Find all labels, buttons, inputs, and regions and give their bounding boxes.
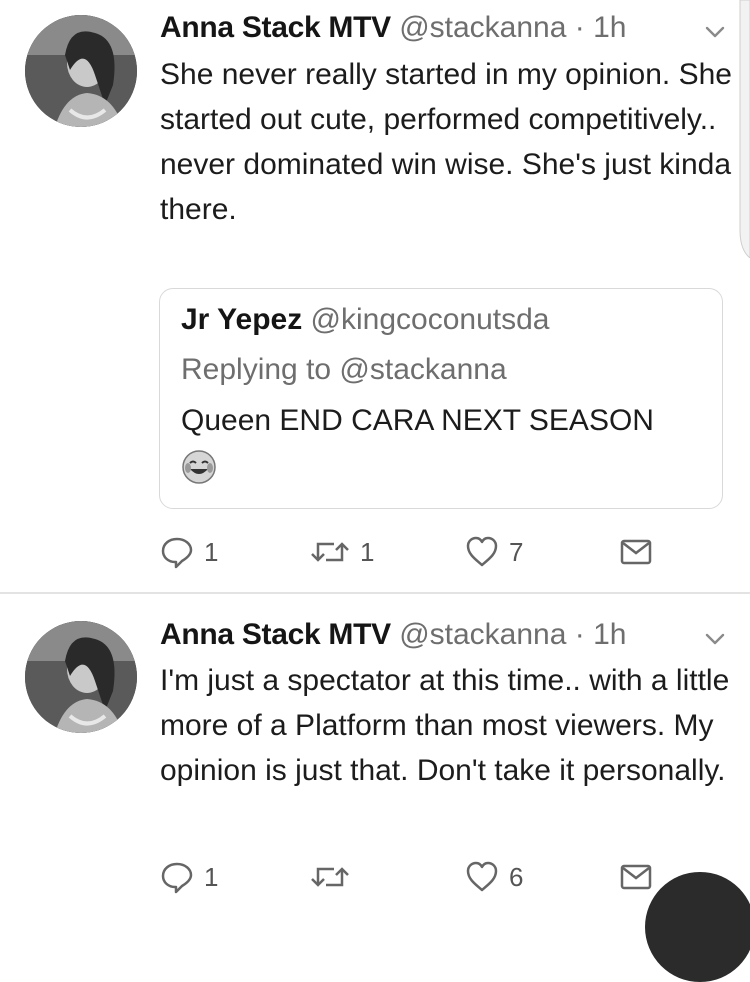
reply-icon [161, 537, 193, 569]
replying-to: Replying to @stackanna [181, 353, 507, 386]
retweet-count: 1 [360, 536, 375, 567]
avatar[interactable] [25, 621, 137, 733]
envelope-icon [620, 539, 652, 565]
quoted-author-handle: @kingcoconutsda [310, 303, 550, 336]
compose-button[interactable] [645, 872, 750, 982]
quoted-tweet[interactable]: Jr Yepez @kingcoconutsda Replying to @st… [159, 288, 723, 509]
heart-icon [466, 536, 498, 567]
tweet-text: I'm just a spectator at this time.. with… [160, 664, 730, 787]
timestamp[interactable]: · 1h [575, 618, 627, 651]
quoted-text: Queen END CARA NEXT SEASON [181, 404, 654, 437]
like-button[interactable]: 7 [465, 532, 523, 572]
tweet-header: Anna Stack MTV @stackanna · 1h [160, 616, 626, 654]
scrollbar[interactable] [738, 0, 750, 258]
tweet-actions: 1 6 [160, 857, 660, 897]
tweet[interactable]: Anna Stack MTV @stackanna · 1h I'm just … [0, 594, 750, 894]
quoted-header: Jr Yepez @kingcoconutsda [181, 303, 549, 337]
reply-icon [161, 862, 193, 894]
tweet-text: She never really started in my opinion. … [160, 58, 732, 226]
avatar[interactable] [25, 15, 137, 127]
direct-message-button[interactable] [620, 532, 652, 572]
reply-button[interactable]: 1 [160, 532, 218, 572]
direct-message-button[interactable] [620, 857, 652, 897]
retweet-icon [311, 867, 349, 887]
retweet-button[interactable]: 1 [310, 532, 374, 572]
tweet[interactable]: Anna Stack MTV @stackanna · 1h She never… [0, 0, 750, 590]
like-count: 6 [509, 861, 524, 892]
author-name[interactable]: Anna Stack MTV [160, 11, 391, 44]
like-button[interactable]: 6 [465, 857, 523, 897]
face-with-tears-of-joy-icon [182, 450, 216, 484]
quoted-author-name: Jr Yepez [181, 303, 303, 336]
author-name[interactable]: Anna Stack MTV [160, 618, 391, 651]
retweet-button[interactable] [310, 857, 360, 897]
tweet-header: Anna Stack MTV @stackanna · 1h [160, 9, 626, 47]
author-handle[interactable]: @stackanna [399, 618, 566, 651]
envelope-icon [620, 864, 652, 890]
avatar-photo [25, 15, 137, 127]
chevron-down-icon[interactable] [702, 19, 728, 45]
reply-button[interactable]: 1 [160, 857, 218, 897]
author-handle[interactable]: @stackanna [399, 11, 566, 44]
reply-count: 1 [204, 536, 219, 567]
heart-icon [466, 861, 498, 892]
avatar-photo [25, 621, 137, 733]
retweet-icon [311, 542, 349, 562]
chevron-down-icon[interactable] [702, 626, 728, 652]
tweet-actions: 1 1 7 [160, 532, 660, 572]
like-count: 7 [509, 536, 524, 567]
reply-count: 1 [204, 861, 219, 892]
timestamp[interactable]: · 1h [575, 11, 627, 44]
